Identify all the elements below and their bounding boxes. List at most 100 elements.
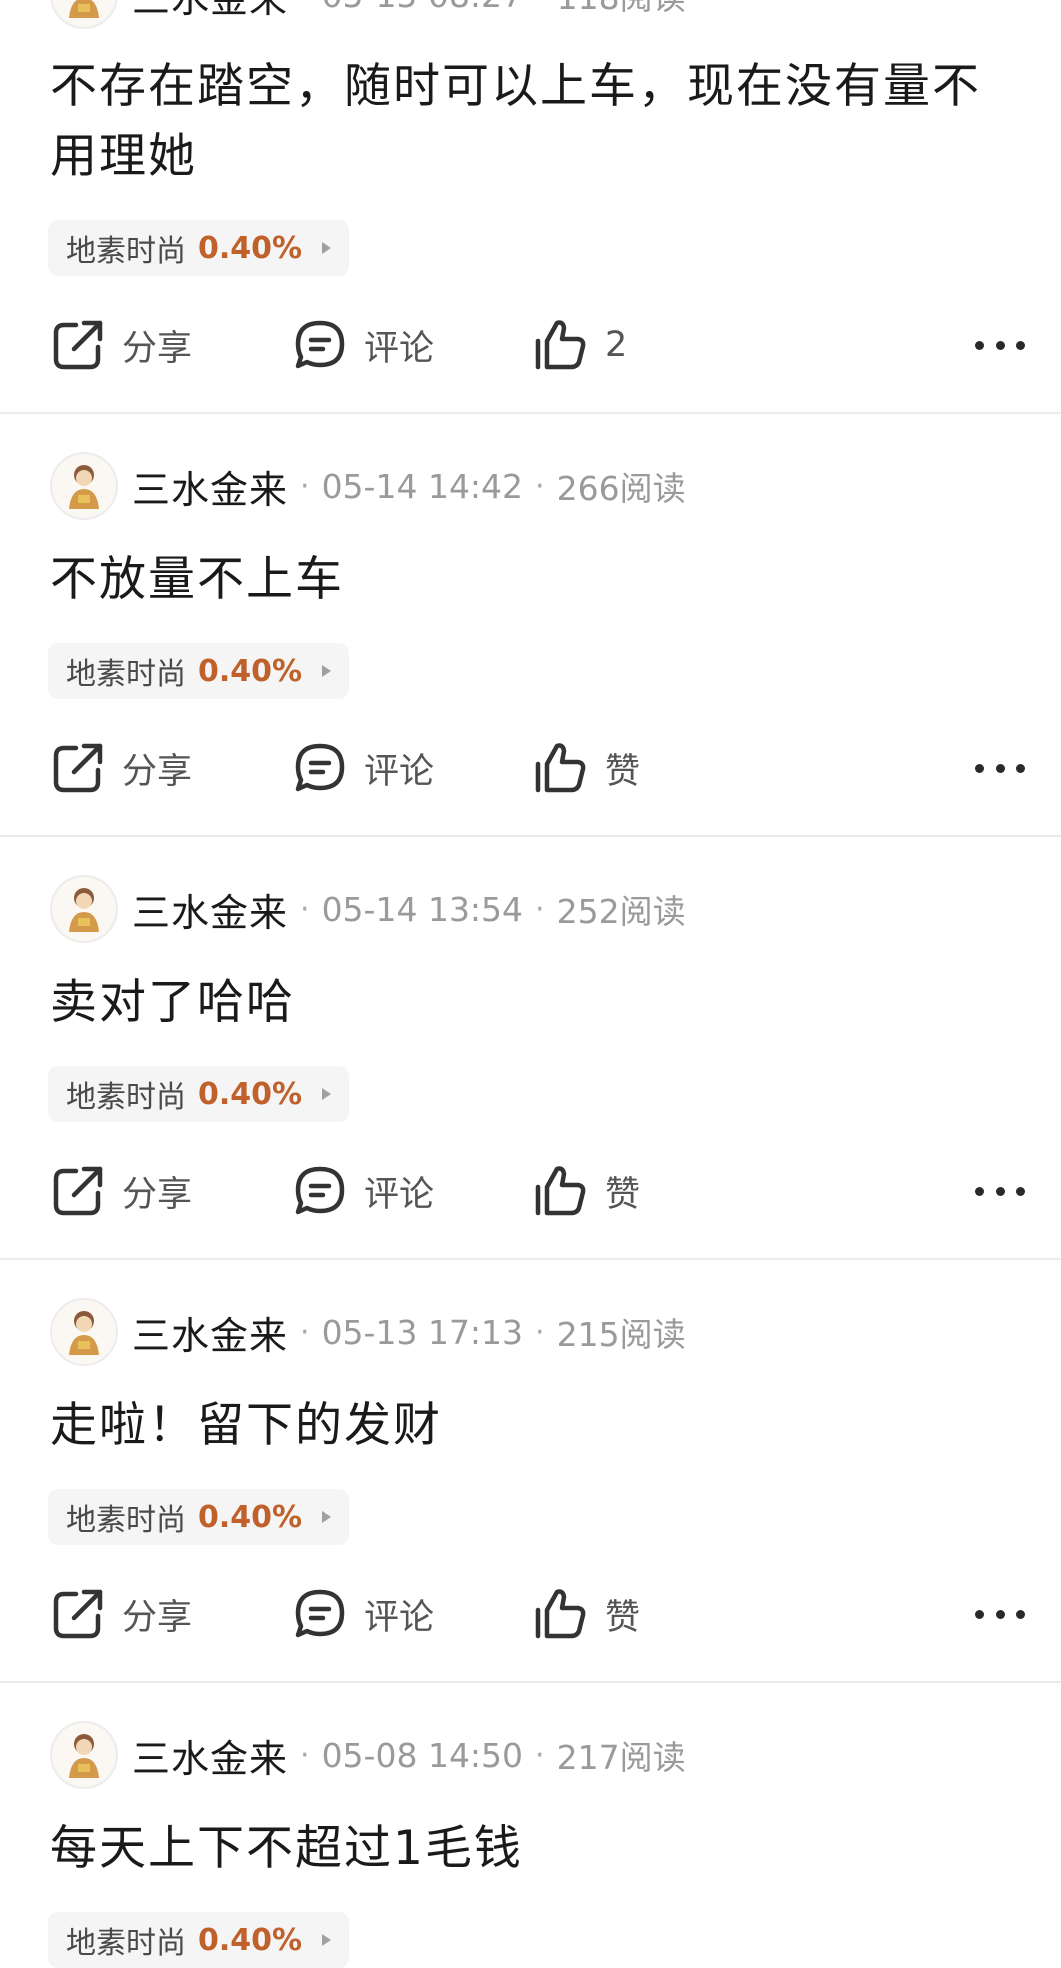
chevron-right-icon (322, 1088, 332, 1100)
more-button[interactable] (975, 1579, 1025, 1649)
stock-tag[interactable]: 地素时尚 0.40% (48, 220, 350, 276)
share-icon (53, 743, 103, 793)
post-time: 05-14 13:54 (321, 889, 524, 929)
post-meta: 三水金来 · 05-14 13:54 · 252阅读 (50, 874, 686, 944)
avatar-icon[interactable] (50, 1298, 118, 1366)
meta-separator: · (300, 1737, 310, 1773)
more-icon (975, 763, 984, 773)
thumbs-up-icon (535, 1589, 586, 1639)
comment-button[interactable]: 评论 (292, 310, 434, 380)
stock-tag[interactable]: 地素时尚 0.40% (48, 1912, 350, 1968)
read-count: 118阅读 (557, 0, 686, 19)
stock-change: 0.40% (198, 1922, 303, 1958)
action-bar: 分享 评论 2 (50, 310, 1025, 380)
share-icon (53, 1166, 103, 1216)
avatar-icon[interactable] (50, 1721, 118, 1789)
author-name[interactable]: 三水金来 (132, 882, 288, 937)
read-count: 252阅读 (556, 892, 686, 931)
share-label: 分享 (122, 328, 193, 369)
more-icon (975, 1609, 984, 1619)
meta-separator: · (535, 468, 545, 504)
author-name[interactable]: 三水金来 (132, 459, 288, 514)
share-button[interactable]: 分享 (50, 1579, 192, 1649)
action-bar: 分享 评论 赞 (50, 1156, 1025, 1226)
more-button[interactable] (975, 310, 1025, 380)
share-label: 分享 (122, 1174, 193, 1215)
post-content[interactable]: 不存在踏空，随时可以上车，现在没有量不用理她 (50, 52, 1020, 192)
share-icon (53, 1589, 103, 1639)
chevron-right-icon (322, 665, 332, 677)
like-button[interactable]: 2 (533, 310, 627, 380)
share-label: 分享 (122, 751, 193, 792)
stock-tag[interactable]: 地素时尚 0.40% (48, 643, 350, 699)
share-button[interactable]: 分享 (50, 310, 192, 380)
stock-name: 地素时尚 (66, 657, 186, 692)
stock-name: 地素时尚 (66, 234, 186, 269)
divider (0, 1258, 1061, 1260)
more-button[interactable] (975, 733, 1025, 803)
comment-button[interactable]: 评论 (292, 733, 434, 803)
more-icon (975, 1186, 984, 1196)
comment-icon (295, 1589, 345, 1638)
more-button[interactable] (975, 1156, 1025, 1226)
meta-separator: · (535, 891, 545, 927)
stock-name: 地素时尚 (66, 1503, 186, 1538)
meta-separator: · (535, 0, 545, 13)
like-button[interactable]: 赞 (533, 1579, 640, 1649)
post-content[interactable]: 走啦！留下的发财 (50, 1391, 1020, 1461)
stock-change: 0.40% (198, 1499, 303, 1535)
meta-separator: · (300, 891, 310, 927)
meta-separator: · (300, 1314, 310, 1350)
divider (0, 835, 1061, 837)
post-meta: 三水金来 · 05-14 14:42 · 266阅读 (50, 451, 686, 521)
meta-separator: · (535, 1314, 545, 1350)
meta-separator: · (535, 1737, 545, 1773)
post-time: 05-08 14:50 (321, 1735, 524, 1775)
stock-tag[interactable]: 地素时尚 0.40% (48, 1066, 350, 1122)
post-time: 05-15 08:27 (322, 0, 523, 15)
chevron-right-icon (322, 1511, 332, 1523)
avatar-icon[interactable] (50, 452, 118, 520)
post-content[interactable]: 卖对了哈哈 (50, 968, 1020, 1038)
like-button[interactable]: 赞 (533, 1156, 640, 1226)
author-name[interactable]: 三水金来 (132, 1728, 288, 1783)
like-count: 2 (605, 325, 628, 365)
comment-icon (295, 1166, 345, 1215)
stock-tag[interactable]: 地素时尚 0.40% (48, 1489, 350, 1545)
post-time: 05-13 17:13 (321, 1312, 524, 1352)
read-count: 266阅读 (556, 469, 686, 508)
stock-change: 0.40% (198, 653, 303, 689)
comment-button[interactable]: 评论 (292, 1579, 434, 1649)
action-bar: 分享 评论 赞 (50, 1579, 1025, 1649)
post-content[interactable]: 不放量不上车 (50, 545, 1020, 615)
divider (0, 1681, 1061, 1683)
share-label: 分享 (122, 1597, 193, 1638)
post-time: 05-14 14:42 (321, 466, 524, 506)
like-button[interactable]: 赞 (533, 733, 640, 803)
author-name[interactable]: 三水金来 (132, 0, 288, 23)
meta-separator: · (300, 468, 310, 504)
thumbs-up-icon (535, 743, 586, 793)
thumbs-up-icon (535, 1166, 586, 1216)
stock-name: 地素时尚 (66, 1080, 186, 1115)
comment-label: 评论 (364, 328, 435, 369)
comment-label: 评论 (364, 751, 435, 792)
share-button[interactable]: 分享 (50, 733, 192, 803)
stock-change: 0.40% (198, 1076, 303, 1112)
share-icon (53, 320, 103, 370)
avatar-icon[interactable] (50, 0, 118, 29)
comment-label: 评论 (364, 1597, 435, 1638)
read-count: 217阅读 (556, 1738, 686, 1777)
stock-change: 0.40% (198, 230, 303, 266)
like-label: 赞 (605, 1597, 641, 1638)
like-label: 赞 (605, 1174, 641, 1215)
share-button[interactable]: 分享 (50, 1156, 192, 1226)
comment-button[interactable]: 评论 (292, 1156, 434, 1226)
post-meta: 三水金来 · 05-13 17:13 · 215阅读 (50, 1297, 686, 1367)
author-name[interactable]: 三水金来 (132, 1305, 288, 1360)
read-count: 215阅读 (556, 1315, 686, 1354)
post-content[interactable]: 每天上下不超过1毛钱 (50, 1814, 1020, 1884)
comment-icon (295, 743, 345, 792)
post-meta: 三水金来 · 05-15 08:27 · 118阅读 (50, 0, 686, 30)
avatar-icon[interactable] (50, 875, 118, 943)
